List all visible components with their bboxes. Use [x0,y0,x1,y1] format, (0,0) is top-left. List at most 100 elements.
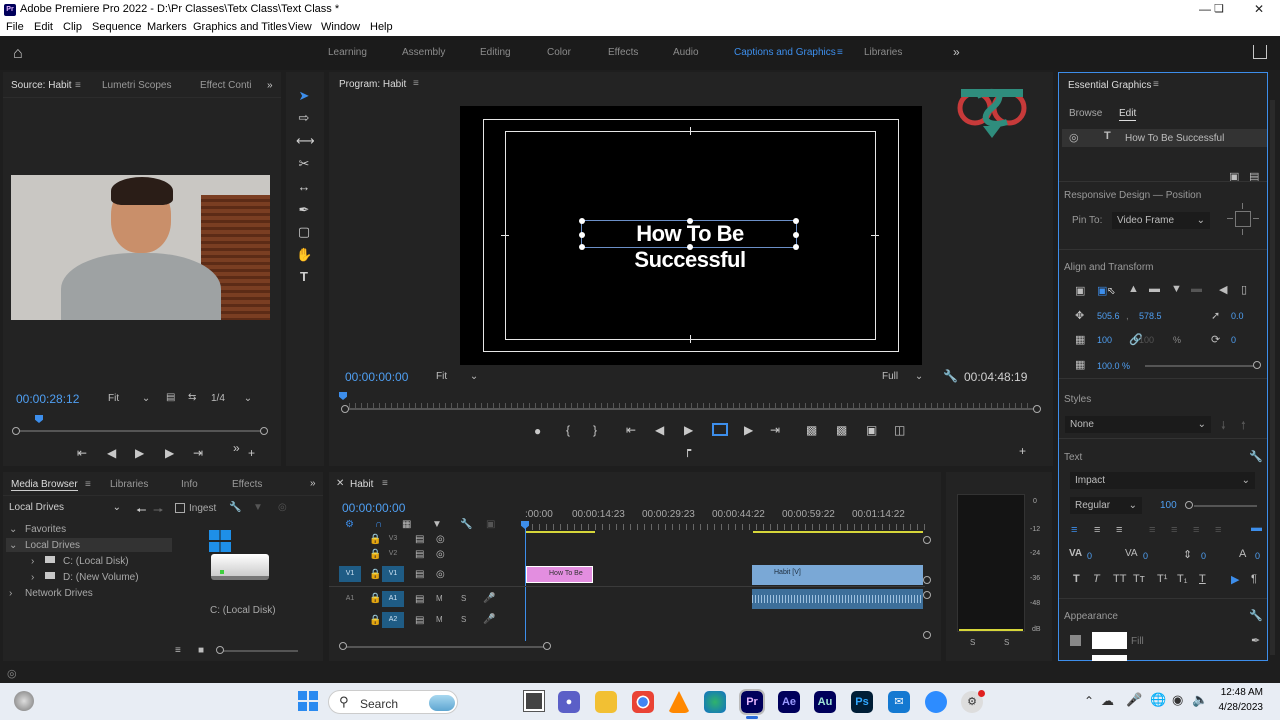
hscroll-start-handle[interactable] [339,642,347,650]
menu-markers[interactable]: Markers [147,21,187,33]
location-dropdown[interactable]: Local Drives ⌄ [9,502,123,516]
scrubber-start-handle[interactable] [341,405,349,413]
marker-icon[interactable]: ● [534,424,541,438]
justify-all-icon[interactable]: ≡ [1215,524,1221,536]
photoshop-icon[interactable]: Ps [851,691,873,713]
tree-chevron-right-icon[interactable]: › [9,588,12,599]
icon-view-icon[interactable]: ■ [198,645,204,656]
workspace-learning[interactable]: Learning [328,47,367,58]
align-center-icon[interactable]: ▯ [1241,283,1247,296]
time-ruler[interactable]: :00:00 00:00:14:23 00:00:29:23 00:00:44:… [525,509,925,523]
program-scrubber[interactable] [345,408,1037,410]
pin-right[interactable] [1253,218,1259,219]
graphic-clip[interactable]: How To Be [526,566,593,583]
ltr-direction-icon[interactable]: ▶ [1231,573,1239,586]
go-to-out-icon[interactable]: ⇥ [193,446,203,460]
playhead-icon[interactable] [35,415,43,423]
justify-center-icon[interactable]: ≡ [1171,524,1177,536]
source-timecode[interactable]: 00:00:28:12 [16,392,79,406]
kerning-value[interactable]: 0 [1143,551,1148,561]
premiere-taskbar-icon[interactable]: Pr [739,689,765,715]
tree-favorites[interactable]: Favorites [25,524,66,535]
sync-lock-icon[interactable]: ▤ [415,534,424,545]
panel-menu-icon[interactable]: ≡ [75,80,81,91]
text-bounding-box[interactable]: How To Be Successful [579,218,799,272]
track-target-a1[interactable]: A1 [382,591,404,607]
source-resolution-select[interactable]: 1/4 ⌄ [211,393,252,404]
source-patch-v1[interactable]: V1 [339,566,361,582]
thumbnail-zoom-slider[interactable] [223,650,298,652]
menu-window[interactable]: Window [321,21,360,33]
track-target-a2[interactable]: A2 [382,612,404,628]
sync-lock-icon[interactable]: ▤ [415,615,424,626]
eye-icon[interactable]: ◎ [436,534,445,545]
comparison-view-icon[interactable]: ◫ [894,423,905,437]
bbox-handle[interactable] [579,232,585,238]
vlc-icon[interactable] [668,691,690,713]
step-forward-icon[interactable]: ▶ [744,423,753,437]
font-dropdown[interactable]: Impact ⌄ [1070,472,1255,489]
faux-italic-icon[interactable]: T [1093,573,1100,585]
clock-time[interactable]: 12:48 AM [1219,687,1263,698]
eg-title[interactable]: Essential Graphics [1068,80,1151,91]
play-icon[interactable]: ▶ [135,446,144,460]
timeline-vscroll-handle[interactable] [923,631,931,639]
workspace-color[interactable]: Color [547,47,571,58]
chrome-icon[interactable] [632,691,654,713]
more-tabs-icon[interactable]: » [267,80,273,91]
program-timecode[interactable]: 00:00:00:00 [345,370,408,384]
razor-tool-icon[interactable]: ✂ [296,156,312,172]
sync-lock-icon[interactable]: ▤ [415,549,424,560]
opacity-value[interactable]: 100.0 % [1097,361,1130,371]
tree-chevron-right-icon[interactable]: › [31,556,34,567]
layer-row[interactable]: ◎ T How To Be Successful [1062,129,1267,147]
workspace-editing[interactable]: Editing [480,47,511,58]
eye-icon[interactable]: ◎ [436,549,445,560]
scrubber-end-handle[interactable] [1033,405,1041,413]
font-size-value[interactable]: 100 [1160,500,1177,511]
go-to-in-icon[interactable]: ⇤ [626,423,636,437]
slip-tool-icon[interactable]: ↔ [296,179,312,195]
chevron-up-icon[interactable]: ⌃ [1084,694,1094,708]
eg-scrollbar[interactable] [1270,100,1275,655]
small-caps-icon[interactable]: Tт [1133,573,1145,585]
menu-file[interactable]: File [6,21,24,33]
wrench-icon[interactable]: 🔧 [460,519,472,530]
push-to-style-icon[interactable]: 🠗 [1221,417,1226,436]
scrubber-start-handle[interactable] [12,427,20,435]
tree-chevron-icon[interactable]: ⌄ [9,524,17,535]
close-icon[interactable]: ✕ [1244,2,1274,18]
align-horizontal-center-icon[interactable]: ▣ [1097,284,1107,297]
step-back-icon[interactable]: ◀ [655,423,664,437]
drive-thumbnail[interactable] [209,530,269,582]
home-icon[interactable]: ⌂ [13,45,23,63]
text-direction-icon[interactable]: ▬ [1251,522,1262,534]
wifi-icon[interactable]: ◉ [1172,692,1183,708]
bbox-handle[interactable] [793,232,799,238]
wrench-icon[interactable]: 🔧 [229,502,241,513]
playhead-icon[interactable] [339,392,347,400]
type-tool-icon[interactable]: T [296,269,312,285]
source-zoom-select[interactable]: Fit ⌄ [108,393,150,404]
wrench-icon[interactable]: 🔧 [943,369,958,383]
styles-dropdown[interactable]: None ⌄ [1065,416,1211,433]
source-patch-a1[interactable]: A1 [339,595,361,602]
eg-tab-browse[interactable]: Browse [1069,108,1102,119]
solo-right-button[interactable]: S [1004,638,1009,647]
task-view-icon[interactable] [523,690,545,712]
justify-right-icon[interactable]: ≡ [1193,524,1199,536]
mute-button[interactable]: M [436,594,443,603]
bbox-handle[interactable] [579,244,585,250]
add-marker-icon[interactable]: ▼ [432,519,442,530]
timeline-timecode[interactable]: 00:00:00:00 [342,501,405,515]
scale-value[interactable]: 100 [1097,335,1112,345]
forward-arrow-icon[interactable]: 🠖 [153,501,164,522]
wrench-icon[interactable]: 🔧 [1249,609,1263,622]
tree-local-drives[interactable]: Local Drives [25,540,80,551]
solo-button[interactable]: S [461,615,466,624]
audition-icon[interactable]: Au [814,691,836,713]
hand-tool-icon[interactable]: ✋ [296,247,312,263]
lift-icon[interactable]: ▩ [806,423,817,437]
tree-chevron-right-icon[interactable]: › [31,572,34,583]
video-clip[interactable]: Habit [V] [752,565,923,585]
